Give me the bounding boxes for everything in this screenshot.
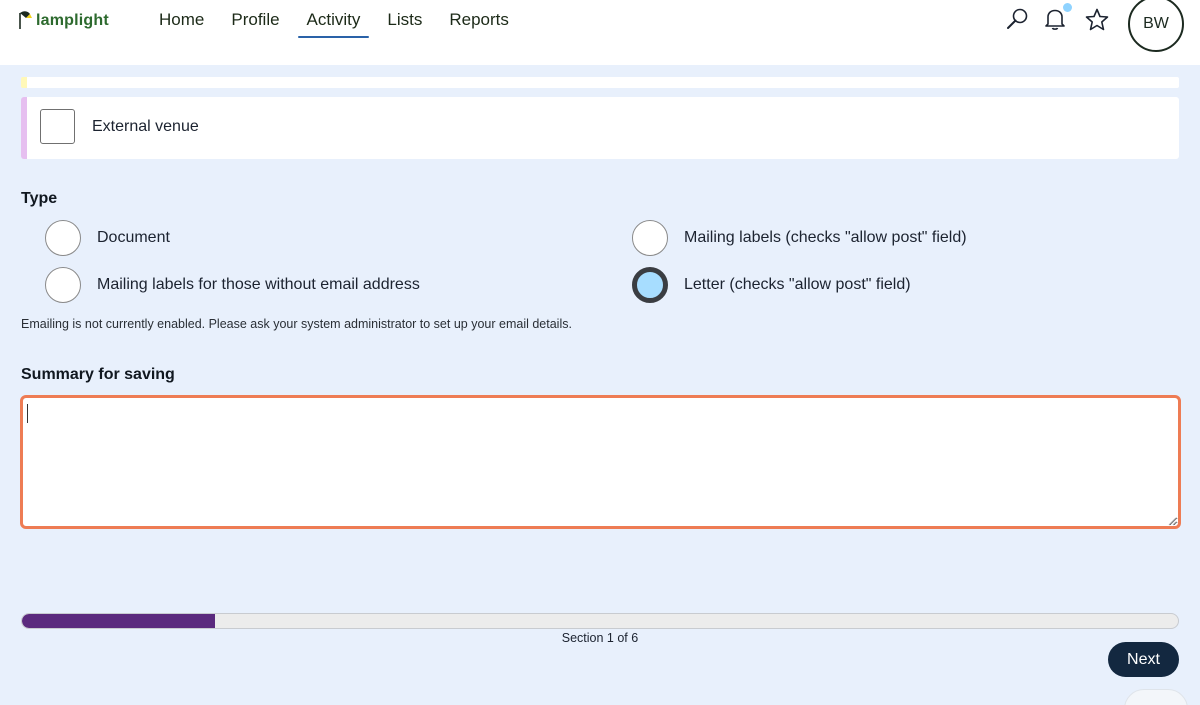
- notifications-button[interactable]: [1041, 3, 1072, 34]
- section-progress-bar: [21, 613, 1179, 629]
- nav-activity[interactable]: Activity: [297, 0, 370, 38]
- radio-label: Letter (checks "allow post" field): [684, 276, 911, 293]
- radio-button[interactable]: [632, 220, 668, 256]
- type-option-document[interactable]: Document: [45, 220, 170, 256]
- type-section-title: Type: [21, 190, 58, 207]
- search-icon[interactable]: [1004, 6, 1030, 32]
- logo-text: lamplight: [36, 12, 109, 29]
- summary-textarea[interactable]: [20, 395, 1181, 529]
- type-option-letter[interactable]: Letter (checks "allow post" field): [632, 267, 911, 303]
- app-header: lamplight Home Profile Activity Lists Re…: [0, 0, 1200, 65]
- radio-label: Mailing labels for those without email a…: [97, 276, 420, 293]
- activity-form: External venue Type Document Mailing lab…: [0, 65, 1200, 705]
- progress-fill: [22, 614, 215, 628]
- email-disabled-note: Emailing is not currently enabled. Pleas…: [21, 317, 572, 331]
- radio-label: Document: [97, 229, 170, 246]
- text-cursor: [27, 404, 28, 423]
- lamplight-logo[interactable]: lamplight: [18, 6, 109, 30]
- radio-label: Mailing labels (checks "allow post" fiel…: [684, 229, 967, 246]
- nav-lists[interactable]: Lists: [378, 0, 431, 38]
- lamp-logo-icon: [19, 11, 32, 29]
- summary-section-title: Summary for saving: [21, 366, 175, 383]
- radio-button-selected[interactable]: [632, 267, 668, 303]
- type-option-mailing-labels-no-email[interactable]: Mailing labels for those without email a…: [45, 267, 420, 303]
- notification-dot: [1063, 3, 1072, 12]
- external-venue-checkbox[interactable]: [40, 109, 75, 144]
- nav-profile[interactable]: Profile: [222, 0, 288, 38]
- previous-field-card: [21, 77, 1179, 88]
- external-venue-label: External venue: [92, 118, 199, 135]
- type-option-mailing-labels[interactable]: Mailing labels (checks "allow post" fiel…: [632, 220, 967, 256]
- user-avatar[interactable]: BW: [1128, 0, 1184, 52]
- resize-handle-icon[interactable]: [1168, 517, 1177, 526]
- external-venue-card: External venue: [21, 97, 1179, 159]
- radio-button[interactable]: [45, 220, 81, 256]
- progress-label: Section 1 of 6: [561, 631, 639, 645]
- nav-home[interactable]: Home: [150, 0, 213, 38]
- help-widget[interactable]: [1124, 689, 1188, 705]
- next-button[interactable]: Next: [1108, 642, 1179, 677]
- radio-button[interactable]: [45, 267, 81, 303]
- nav-reports[interactable]: Reports: [440, 0, 518, 38]
- main-nav: Home Profile Activity Lists Reports: [150, 0, 527, 40]
- favourites-star-icon[interactable]: [1084, 7, 1110, 33]
